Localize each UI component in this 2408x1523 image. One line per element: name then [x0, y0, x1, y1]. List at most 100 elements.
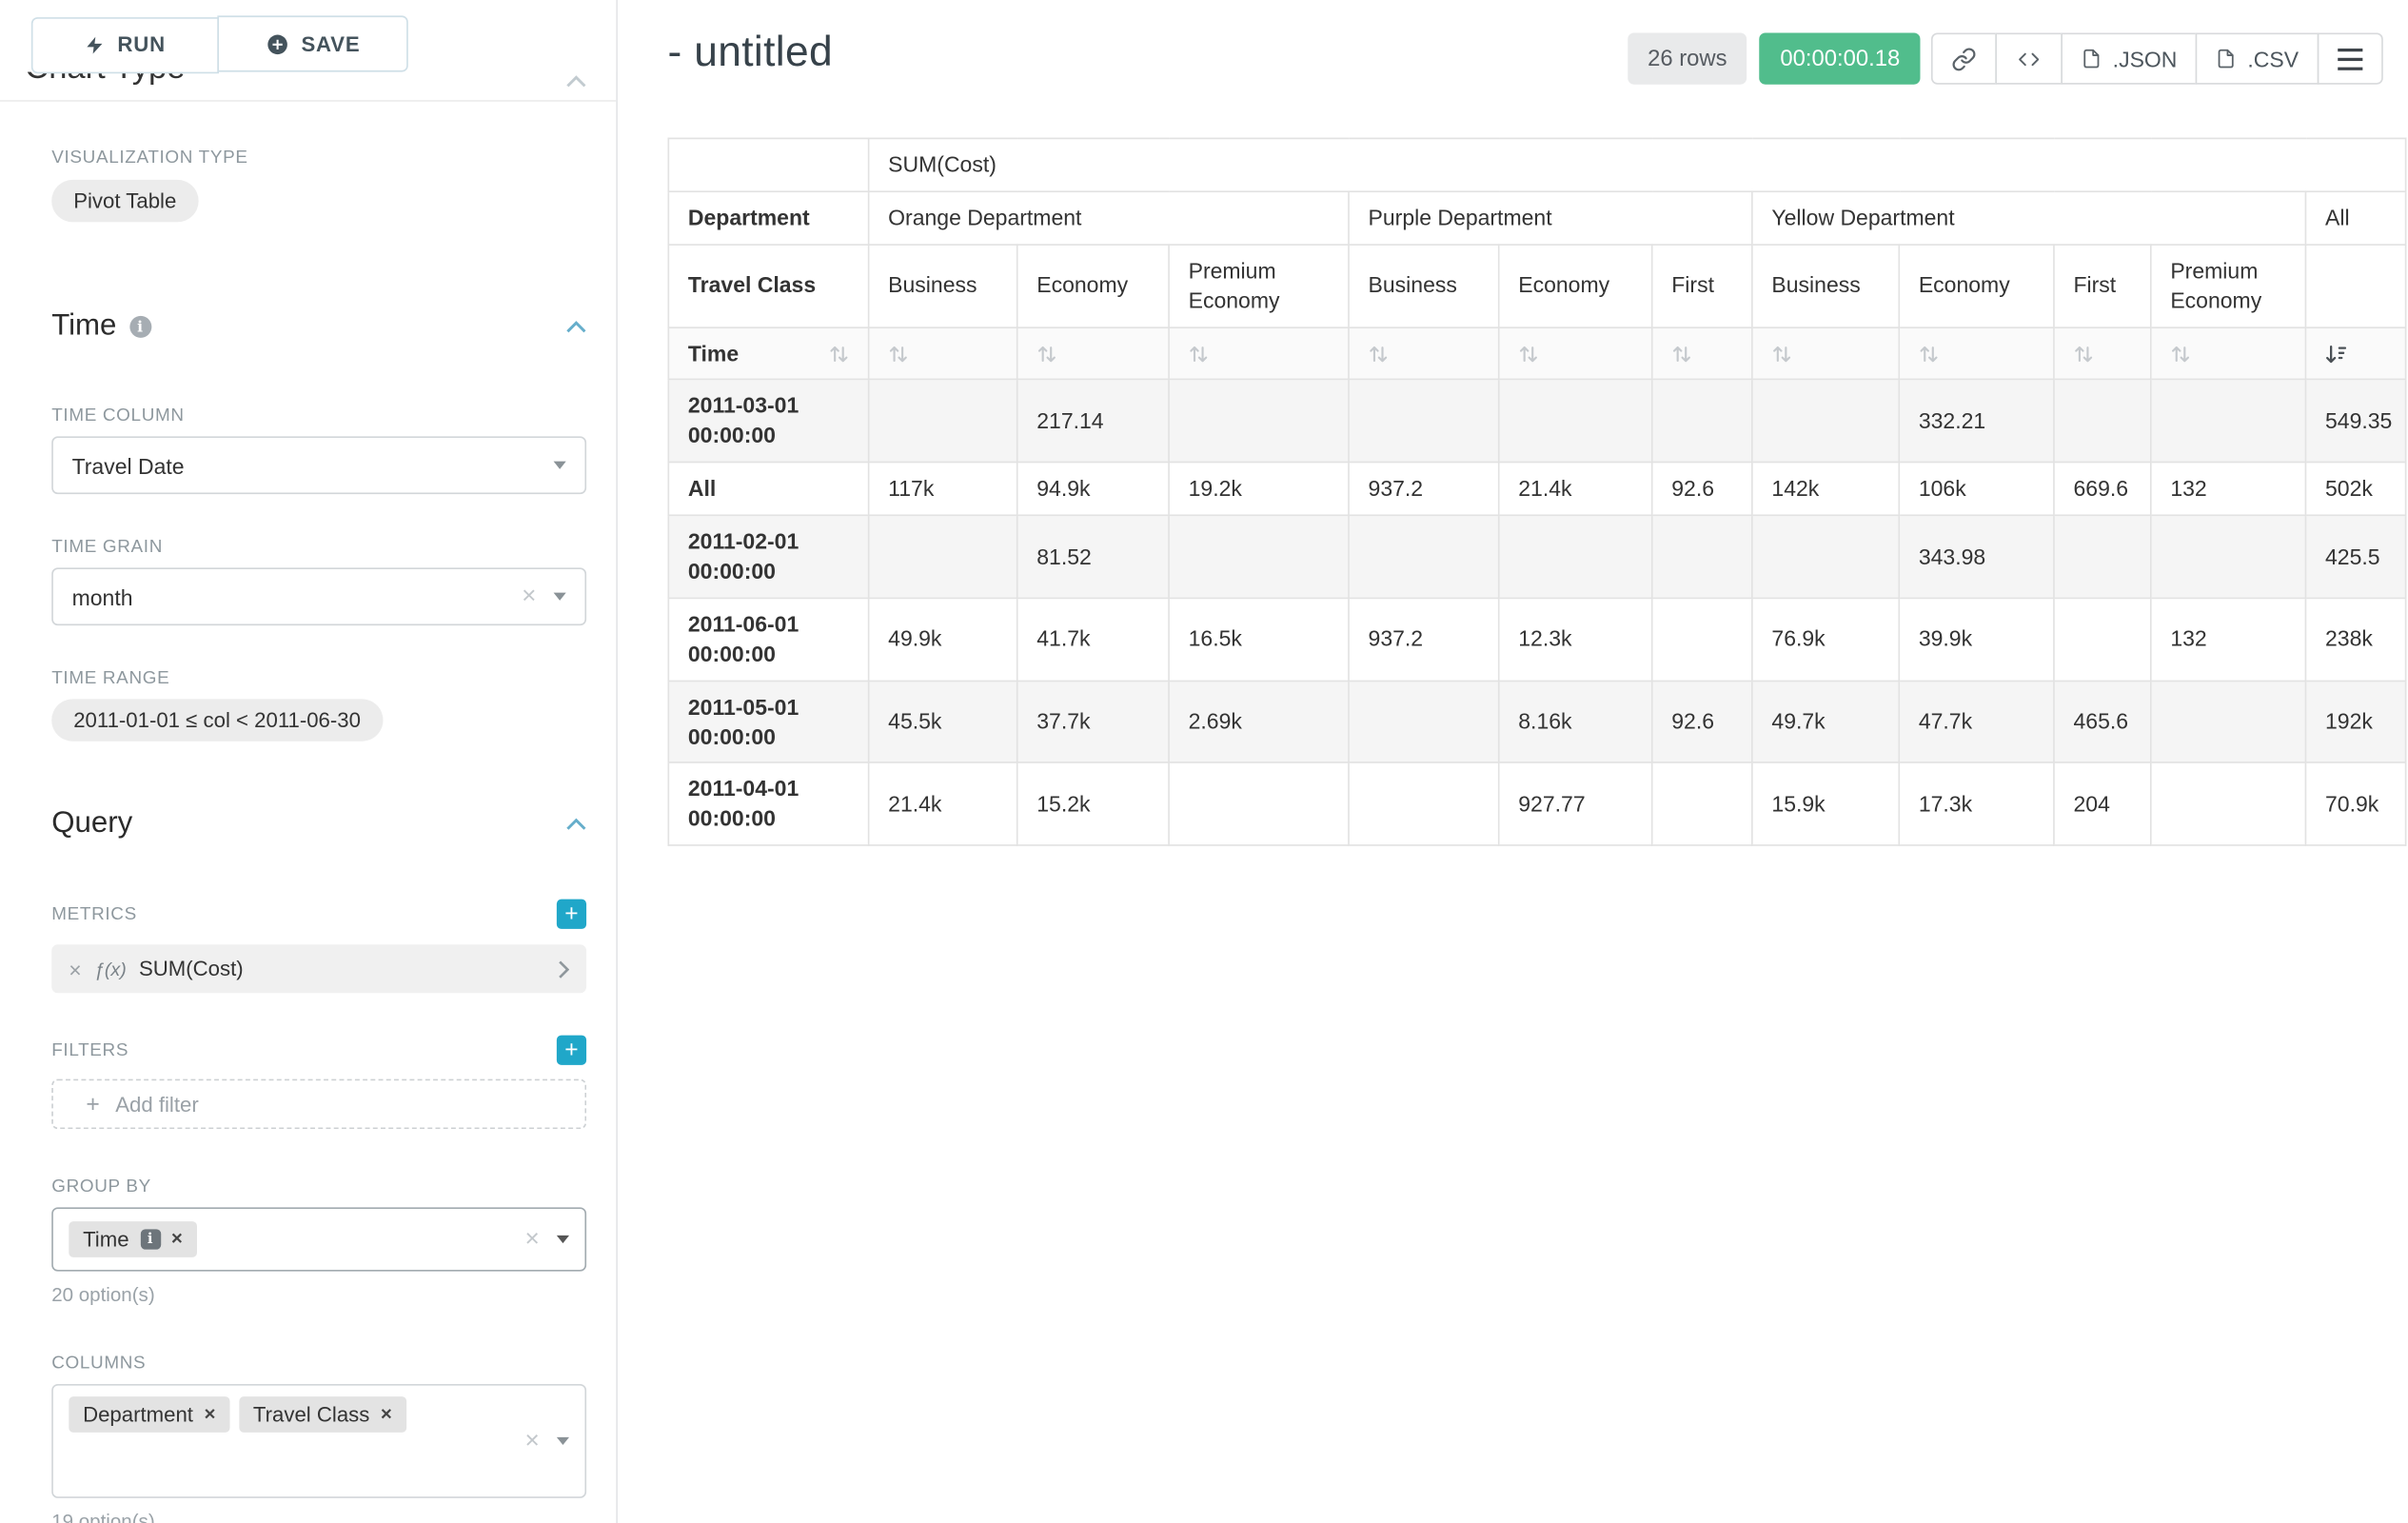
pivot-value-cell: 549.35 — [2305, 380, 2405, 463]
sort-desc-active-icon[interactable] — [2325, 345, 2347, 365]
group-by-select[interactable]: Timei× × — [51, 1207, 586, 1271]
pivot-value-cell: 132 — [2151, 463, 2306, 516]
table-row: 2011-02-01 00:00:0081.52343.98425.5 — [668, 516, 2405, 599]
sort-toggle-icon[interactable] — [1919, 345, 1939, 365]
select-tag-label: Travel Class — [253, 1403, 369, 1427]
add-filter-control[interactable]: + Add filter — [51, 1079, 586, 1130]
pivot-value-cell: 106k — [1899, 463, 2054, 516]
pivot-sort-cell — [869, 326, 1017, 380]
run-button[interactable]: RUN — [31, 16, 219, 72]
menu-button[interactable] — [2318, 33, 2383, 85]
copy-link-button[interactable] — [1931, 33, 1997, 85]
add-metric-button[interactable]: + — [557, 900, 586, 929]
pivot-value-cell: 15.2k — [1017, 763, 1169, 846]
clear-time-grain-icon[interactable]: × — [522, 584, 536, 609]
pivot-value-cell: 92.6 — [1652, 463, 1752, 516]
chart-title[interactable]: - untitled — [668, 29, 833, 77]
pivot-value-cell: 8.16k — [1499, 681, 1652, 763]
table-row: All117k94.9k19.2k937.221.4k92.6142k106k6… — [668, 463, 2405, 516]
bolt-icon — [85, 33, 105, 55]
table-row: 2011-04-01 00:00:0021.4k15.2k927.7715.9k… — [668, 763, 2405, 846]
sort-toggle-icon[interactable] — [1771, 345, 1791, 365]
sort-toggle-icon[interactable] — [829, 344, 849, 364]
pivot-value-cell — [2054, 516, 2151, 599]
pivot-corner-cell — [668, 138, 868, 191]
pivot-value-cell — [1652, 380, 1752, 463]
select-tag: Timei× — [69, 1221, 196, 1257]
chart-header: - untitled 26 rows 00:00:00.18 — [620, 0, 2408, 138]
group-by-label: GROUP BY — [51, 1177, 586, 1197]
remove-tag-icon[interactable]: × — [204, 1405, 215, 1425]
pivot-sort-cell — [1752, 326, 1899, 380]
sort-toggle-icon[interactable] — [1671, 345, 1691, 365]
pivot-sort-cell — [2054, 326, 2151, 380]
view-query-button[interactable] — [1995, 33, 2063, 85]
collapse-chart-type-icon[interactable] — [566, 75, 586, 88]
remove-tag-icon[interactable]: × — [171, 1230, 183, 1250]
time-column-select[interactable]: Travel Date — [51, 436, 586, 494]
pivot-value-cell: 92.6 — [1652, 681, 1752, 763]
pivot-value-cell: 669.6 — [2054, 463, 2151, 516]
sort-toggle-icon[interactable] — [2073, 345, 2093, 365]
filters-label: FILTERS — [51, 1040, 128, 1059]
time-section-header: Time i — [51, 309, 586, 344]
clear-columns-icon[interactable]: × — [524, 1429, 539, 1454]
table-row: 2011-06-01 00:00:0049.9k41.7k16.5k937.21… — [668, 598, 2405, 681]
pivot-sort-cell — [1652, 326, 1752, 380]
pivot-value-cell: 132 — [2151, 598, 2306, 681]
sort-toggle-icon[interactable] — [888, 345, 908, 365]
sort-toggle-icon[interactable] — [1036, 345, 1056, 365]
pivot-value-cell: 94.9k — [1017, 463, 1169, 516]
pivot-colgroup-header: Orange Department — [869, 191, 1349, 245]
save-button-label: SAVE — [301, 32, 360, 56]
columns-select[interactable]: Department×Travel Class× × — [51, 1384, 586, 1498]
collapse-query-section-icon[interactable] — [566, 818, 586, 830]
export-csv-button[interactable]: .CSV — [2196, 33, 2319, 85]
file-icon — [2082, 47, 2102, 70]
time-grain-value: month — [72, 584, 523, 609]
pivot-value-cell: 465.6 — [2054, 681, 2151, 763]
pivot-value-cell: 49.9k — [869, 598, 1017, 681]
time-range-pill[interactable]: 2011-01-01 ≤ col < 2011-06-30 — [51, 699, 383, 741]
pivot-col-header: Premium Economy — [1169, 245, 1349, 327]
pivot-colgroup-header: All — [2305, 191, 2405, 245]
add-filter-button[interactable]: + — [557, 1036, 586, 1065]
pivot-value-cell — [1499, 380, 1652, 463]
sort-toggle-icon[interactable] — [2170, 345, 2190, 365]
time-column-value: Travel Date — [72, 453, 554, 478]
pivot-col-header: Business — [1349, 245, 1499, 327]
time-grain-select[interactable]: month × — [51, 567, 586, 625]
query-section-header: Query — [51, 807, 586, 841]
remove-metric-icon[interactable]: × — [69, 957, 81, 981]
sort-toggle-icon[interactable] — [1189, 345, 1209, 365]
metric-name: SUM(Cost) — [139, 957, 545, 980]
pivot-row-label: 2011-02-01 00:00:00 — [668, 516, 868, 599]
pivot-value-cell — [869, 516, 1017, 599]
row-dimension-department-label: Department — [668, 191, 868, 245]
pivot-value-cell — [2151, 516, 2306, 599]
sort-toggle-icon[interactable] — [1369, 345, 1389, 365]
collapse-time-section-icon[interactable] — [566, 321, 586, 333]
visualization-type-label: VISUALIZATION TYPE — [51, 148, 586, 168]
sort-toggle-icon[interactable] — [1518, 345, 1538, 365]
save-button[interactable]: SAVE — [217, 15, 407, 71]
visualization-type-pill[interactable]: Pivot Table — [51, 180, 198, 222]
clear-group-by-icon[interactable]: × — [524, 1227, 539, 1252]
pivot-time-header: Time — [668, 326, 868, 380]
metric-item[interactable]: × ƒ(x) SUM(Cost) — [51, 944, 586, 993]
export-json-button[interactable]: .JSON — [2061, 33, 2197, 85]
query-section-title: Query — [51, 807, 132, 841]
export-json-label: .JSON — [2113, 46, 2178, 70]
pivot-row-label: 2011-05-01 00:00:00 — [668, 681, 868, 763]
time-section-title: Time — [51, 309, 116, 344]
pivot-value-cell: 217.14 — [1017, 380, 1169, 463]
pivot-value-cell: 41.7k — [1017, 598, 1169, 681]
pivot-value-cell: 343.98 — [1899, 516, 2054, 599]
remove-tag-icon[interactable]: × — [381, 1405, 392, 1425]
pivot-col-header: Economy — [1017, 245, 1169, 327]
row-dimension-travel-class-label: Travel Class — [668, 245, 868, 327]
pivot-value-cell — [1349, 681, 1499, 763]
run-button-label: RUN — [117, 33, 166, 57]
pivot-value-cell — [1499, 516, 1652, 599]
export-csv-label: .CSV — [2247, 46, 2299, 70]
